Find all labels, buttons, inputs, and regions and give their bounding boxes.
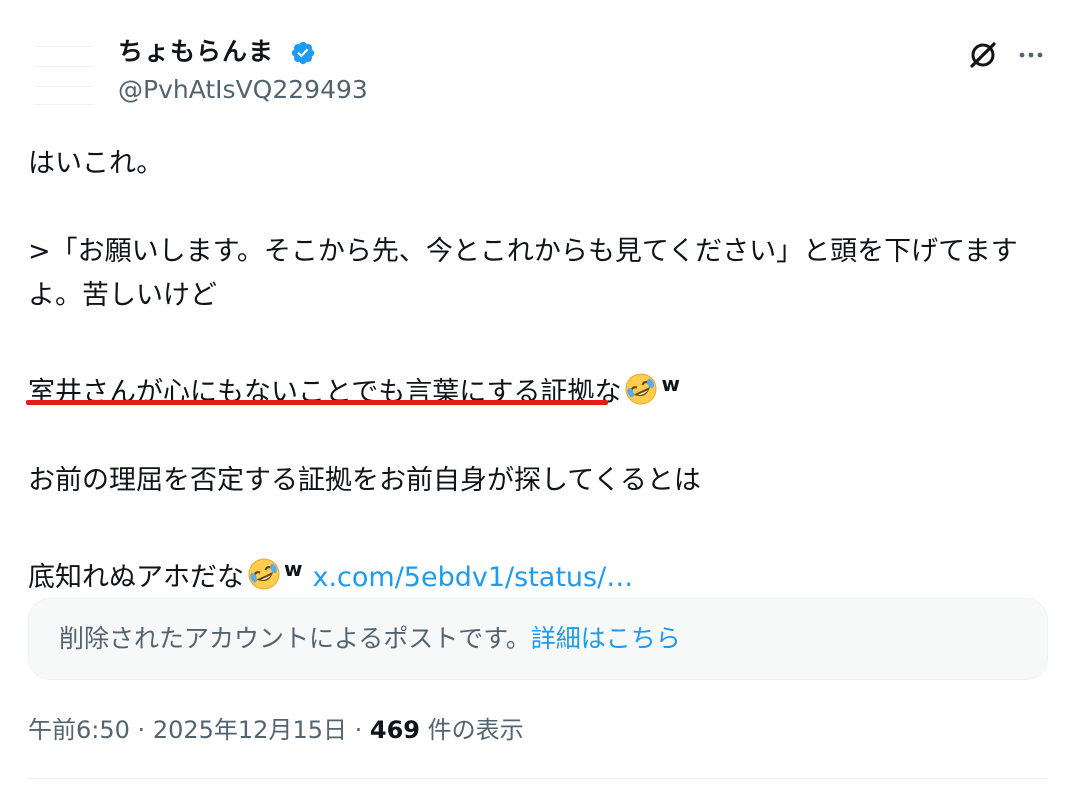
author-display-name[interactable]: ちょもらんま	[118, 34, 274, 70]
post-highlight-line: 室井さんが心にもないことでも言葉にする証拠な w	[28, 362, 1038, 415]
notice-details-link[interactable]: 詳細はこちら	[531, 624, 681, 653]
post-line-5-text: 底知れぬアホだな	[28, 562, 244, 593]
deleted-account-notice: 削除されたアカウントによるポストです。詳細はこちら	[28, 598, 1048, 680]
post-card: ちょもらんま @PvhAtIsVQ229493 はいこれ。 >「お願いします。そ…	[0, 0, 1082, 794]
post-time[interactable]: 午前6:50	[28, 716, 130, 744]
post-text: はいこれ。 >「お願いします。そこから先、今とこれからも見てください」と頭を下げ…	[28, 142, 1038, 600]
red-underline-annotation	[26, 400, 608, 405]
post-meta: 午前6:50 · 2025年12月15日 · 469 件の表示	[28, 712, 524, 748]
post-line-5: 底知れぬアホだな w x.com/5ebdv1/status/…	[28, 547, 1038, 600]
w-suffix: w	[661, 372, 680, 396]
post-link[interactable]: x.com/5ebdv1/status/…	[312, 562, 633, 593]
post-quote-line: >「お願いします。そこから先、今とこれからも見てください」と頭を下げてますよ。苦…	[28, 236, 1018, 311]
meta-separator: ·	[137, 716, 146, 744]
avatar[interactable]	[28, 42, 100, 106]
w-suffix: w	[284, 557, 303, 581]
notice-text: 削除されたアカウントによるポストです。	[59, 624, 531, 653]
more-icon[interactable]	[1014, 38, 1048, 72]
post-line-4: お前の理屈を否定する証拠をお前自身が探してくるとは	[28, 465, 701, 496]
author-handle[interactable]: @PvhAtIsVQ229493	[118, 74, 368, 106]
grok-icon[interactable]	[966, 38, 1000, 72]
rolling-on-floor-laughing-emoji-icon	[248, 558, 280, 590]
post-line-1: はいこれ。	[28, 148, 164, 179]
notice-text-wrap: 削除されたアカウントによるポストです。詳細はこちら	[59, 619, 681, 659]
views-count: 469	[369, 716, 421, 744]
views-label: 件の表示	[427, 716, 524, 744]
divider	[28, 778, 1048, 779]
verified-badge-icon	[291, 41, 315, 65]
post-date[interactable]: 2025年12月15日	[153, 716, 347, 744]
meta-separator: ·	[354, 716, 363, 744]
rolling-on-floor-laughing-emoji-icon	[625, 373, 657, 405]
